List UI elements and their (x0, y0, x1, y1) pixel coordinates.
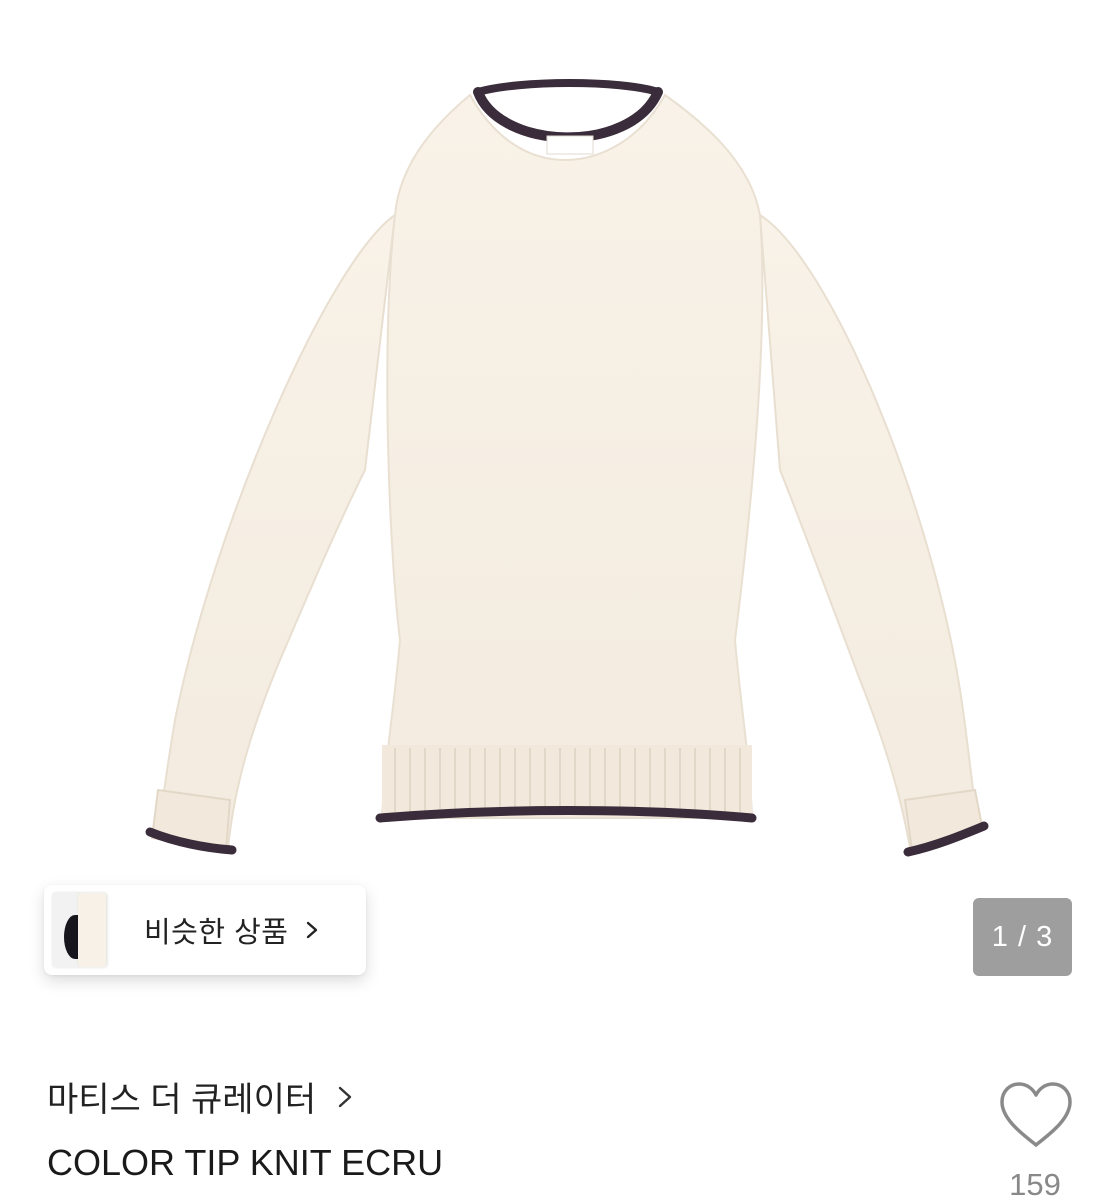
brand-name: 마티스 더 큐레이터 (47, 1081, 317, 1119)
heart-outline-icon (1000, 1082, 1072, 1147)
similar-product-thumbnail (78, 893, 106, 967)
like-count: 159 (1009, 1167, 1061, 1202)
similar-product-thumbnail (52, 893, 80, 967)
product-image[interactable] (0, 0, 1119, 880)
image-page-counter: 1 / 3 (973, 898, 1072, 976)
similar-products-button[interactable]: 비슷한 상품 (44, 885, 366, 975)
chevron-right-icon (307, 921, 318, 939)
similar-products-label: 비슷한 상품 (144, 917, 289, 949)
chevron-right-icon (338, 1086, 352, 1107)
brand-link[interactable]: 마티스 더 큐레이터 (47, 1072, 356, 1121)
sweater-illustration (145, 79, 989, 857)
similar-products-thumbnails (44, 885, 106, 975)
product-title: COLOR TIP KNIT ECRU (47, 1142, 444, 1183)
like-button[interactable]: 159 (990, 1075, 1080, 1202)
